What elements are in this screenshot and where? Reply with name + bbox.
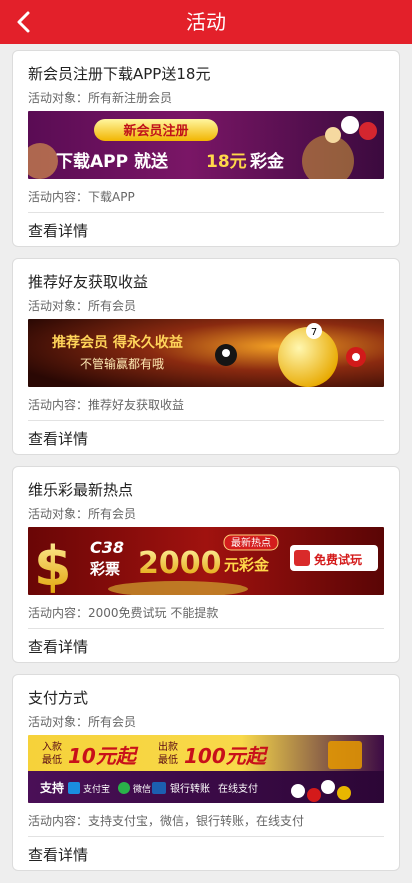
svg-text:7: 7 — [311, 327, 317, 338]
banner-free-trial-button: 免费试玩 — [314, 552, 362, 567]
divider — [28, 628, 384, 629]
banner-brand-sub: 彩票 — [89, 560, 120, 578]
banner-wd-label-1: 出款 — [158, 740, 178, 753]
card-content: 活动内容：支持支付宝，微信，银行转账，在线支付 — [28, 814, 305, 828]
banner-method-3: 银行转账 — [170, 782, 210, 795]
banner-line-a: 下载APP 就送 — [56, 151, 169, 172]
card-content: 活动内容：下载APP — [28, 190, 135, 204]
card-title: 新会员注册下载APP送18元 — [28, 65, 211, 83]
promo-banner[interactable]: 新会员注册 下载APP 就送 18元 彩金 — [28, 111, 384, 179]
svg-text:$: $ — [34, 535, 72, 595]
banner-method-1: 支付宝 — [83, 783, 110, 795]
activity-card-payment: 支付方式 活动对象：所有会员 入款 最低 10元起 出款 最低 100元起 支持… — [12, 674, 400, 871]
divider — [28, 420, 384, 421]
card-target: 活动对象：所有会员 — [28, 299, 137, 313]
card-content: 活动内容：2000免费试玩 不能提款 — [28, 606, 219, 620]
card-title: 推荐好友获取收益 — [28, 273, 149, 291]
card-title: 支付方式 — [28, 689, 89, 707]
banner-amount-sub: 元彩金 — [224, 556, 270, 574]
banner-amount: 18元 — [206, 152, 247, 172]
activity-card-hot-topic: 维乐彩最新热点 活动对象：所有会员 $ C38 彩票 2000 最新热点 元彩金… — [12, 466, 400, 663]
card-content: 活动内容：推荐好友获取收益 — [28, 398, 185, 412]
divider — [28, 836, 384, 837]
view-details-link[interactable]: 查看详情 — [28, 844, 88, 865]
banner-amount: 2000 — [138, 546, 222, 581]
promo-banner[interactable]: $ C38 彩票 2000 最新热点 元彩金 免费试玩 — [28, 527, 384, 595]
banner-method-2: 微信 — [133, 783, 151, 795]
activity-card-referral: 推荐好友获取收益 活动对象：所有会员 7 推荐会员 得永久收益 不管输赢都有哦 … — [12, 258, 400, 455]
header-bar: 活动 — [0, 0, 412, 44]
card-target: 活动对象：所有新注册会员 — [28, 91, 173, 105]
banner-badge-text: 新会员注册 — [123, 123, 188, 139]
view-details-link[interactable]: 查看详情 — [28, 220, 88, 241]
banner-method-4: 在线支付 — [218, 782, 258, 795]
banner-support: 支持 — [39, 780, 64, 795]
banner-dep-label-1: 入款 — [42, 740, 62, 753]
promo-banner[interactable]: 入款 最低 10元起 出款 最低 100元起 支持 支付宝 微信 银行转账 在线… — [28, 735, 384, 803]
banner-wd-amount: 100元起 — [184, 744, 269, 768]
banner-brand: C38 — [90, 538, 124, 557]
card-target: 活动对象：所有会员 — [28, 507, 137, 521]
banner-headline: 推荐会员 得永久收益 — [52, 334, 183, 351]
card-title: 维乐彩最新热点 — [28, 481, 134, 499]
view-details-link[interactable]: 查看详情 — [28, 428, 88, 449]
banner-dep-amount: 10元起 — [68, 744, 139, 768]
banner-dep-label-2: 最低 — [42, 753, 62, 766]
page-title: 活动 — [186, 10, 226, 34]
banner-wd-label-2: 最低 — [158, 753, 178, 766]
banner-subline: 不管输赢都有哦 — [80, 356, 164, 371]
activity-list: 新会员注册下载APP送18元 活动对象：所有新注册会员 新会员注册 下载APP … — [12, 50, 400, 882]
activity-card-new-member: 新会员注册下载APP送18元 活动对象：所有新注册会员 新会员注册 下载APP … — [12, 50, 400, 247]
banner-tag: 最新热点 — [231, 536, 271, 549]
card-target: 活动对象：所有会员 — [28, 715, 137, 729]
view-details-link[interactable]: 查看详情 — [28, 636, 88, 657]
promo-banner[interactable]: 7 推荐会员 得永久收益 不管输赢都有哦 — [28, 319, 384, 387]
divider — [28, 212, 384, 213]
banner-line-b: 彩金 — [249, 151, 285, 172]
